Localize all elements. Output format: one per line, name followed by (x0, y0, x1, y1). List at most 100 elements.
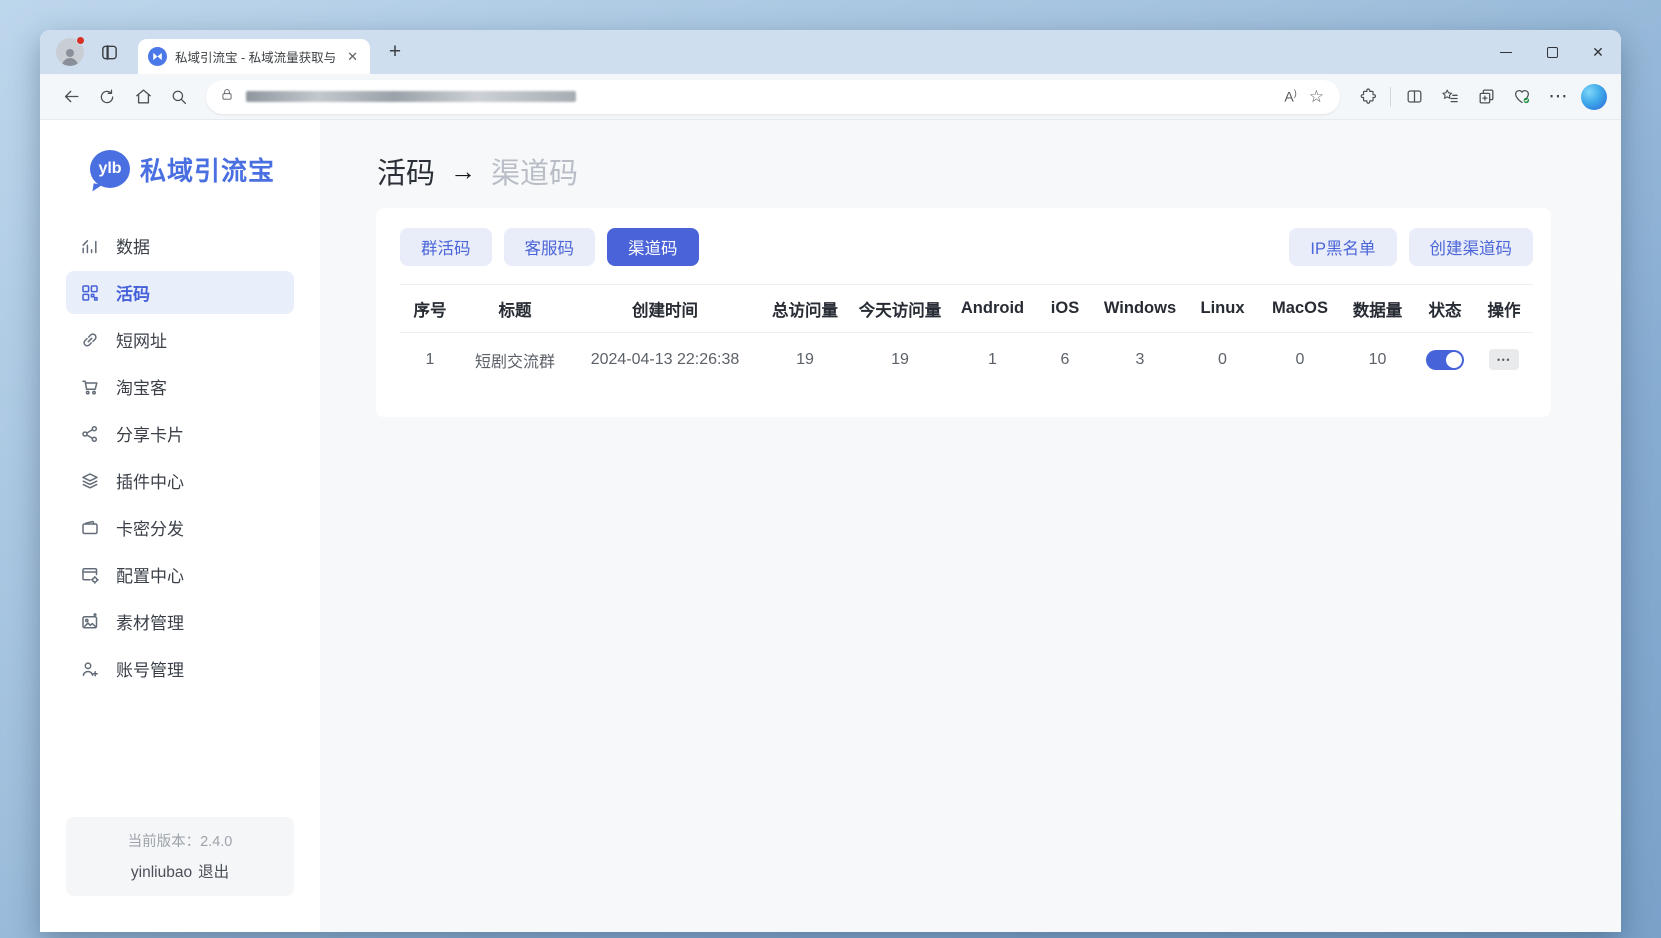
breadcrumb-parent[interactable]: 活码 (377, 150, 435, 192)
account-name: yinliubao (131, 864, 192, 881)
cell-total: 19 (760, 333, 850, 387)
row-more-actions-button[interactable]: ••• (1489, 349, 1519, 370)
breadcrumb-current: 渠道码 (491, 150, 578, 192)
sidebar-item-label: 数据 (116, 233, 150, 258)
main-content: 活码 → 渠道码 群活码 客服码 渠道码 IP黑名单 创建渠道码 (320, 120, 1621, 932)
create-channel-code-button[interactable]: 创建渠道码 (1409, 228, 1534, 266)
sidebar-item-label: 活码 (116, 280, 150, 305)
sidebar-item-config-center[interactable]: 配置中心 (66, 553, 294, 596)
add-favorite-star-button[interactable]: ☆ (1305, 87, 1334, 107)
browser-window: 私域引流宝 - 私域流量获取与维护 ✕ + ✕ A) (40, 30, 1621, 932)
bar-chart-icon (80, 236, 100, 256)
image-icon (80, 612, 100, 632)
tab-group-live-code[interactable]: 群活码 (400, 228, 492, 266)
col-today-visits: 今天访问量 (850, 285, 950, 333)
col-macos: MacOS (1260, 285, 1340, 333)
status-toggle[interactable] (1426, 350, 1464, 370)
sidebar-item-label: 卡密分发 (116, 515, 184, 540)
sidebar-item-taobao[interactable]: 淘宝客 (66, 365, 294, 408)
card-toolbar: 群活码 客服码 渠道码 IP黑名单 创建渠道码 (400, 228, 1533, 266)
tab-channel-code[interactable]: 渠道码 (607, 228, 699, 266)
sidebar-item-material[interactable]: 素材管理 (66, 600, 294, 643)
back-button[interactable] (54, 80, 88, 114)
refresh-button[interactable] (90, 80, 124, 114)
sidebar-item-label: 配置中心 (116, 562, 184, 587)
channel-code-card: 群活码 客服码 渠道码 IP黑名单 创建渠道码 序号 (376, 208, 1551, 417)
person-plus-icon (80, 659, 100, 679)
app-logo: ylb 私域引流宝 (90, 150, 320, 188)
col-android: Android (950, 285, 1035, 333)
share-icon (80, 424, 100, 444)
sidebar-item-account[interactable]: 账号管理 (66, 647, 294, 690)
sidebar-item-live-code[interactable]: 活码 (66, 271, 294, 314)
col-linux: Linux (1185, 285, 1260, 333)
window-gear-icon (80, 565, 100, 585)
sidebar-item-label: 分享卡片 (116, 421, 184, 446)
sidebar-item-card-distribution[interactable]: 卡密分发 (66, 506, 294, 549)
cell-ios: 6 (1035, 333, 1095, 387)
channel-code-table: 序号 标题 创建时间 总访问量 今天访问量 Android iOS Window… (400, 284, 1533, 387)
cell-seq: 1 (400, 333, 460, 387)
version-text: 当前版本：2.4.0 (74, 830, 286, 851)
sidebar-item-share-card[interactable]: 分享卡片 (66, 412, 294, 455)
cell-today: 19 (850, 333, 950, 387)
notification-dot-icon (76, 36, 85, 45)
window-controls: ✕ (1483, 30, 1621, 74)
tab-service-code[interactable]: 客服码 (504, 228, 596, 266)
cart-icon (80, 377, 100, 397)
sidebar-item-label: 短网址 (116, 327, 167, 352)
profile-button[interactable] (56, 38, 84, 66)
url-bar[interactable]: A) ☆ (206, 80, 1340, 114)
new-tab-button[interactable]: + (380, 37, 410, 67)
tab-close-button[interactable]: ✕ (343, 47, 362, 67)
ip-blacklist-button[interactable]: IP黑名单 (1289, 228, 1396, 266)
sidebar-item-data[interactable]: 数据 (66, 224, 294, 267)
col-data-count: 数据量 (1340, 285, 1415, 333)
browser-toolbar: A) ☆ ⋯ (40, 74, 1621, 120)
col-seq: 序号 (400, 285, 460, 333)
col-ios: iOS (1035, 285, 1095, 333)
sidebar-menu: 数据 活码 短网址 淘宝客 分享卡片 (40, 224, 320, 694)
search-button[interactable] (162, 80, 196, 114)
col-title: 标题 (460, 285, 570, 333)
cell-linux: 0 (1185, 333, 1260, 387)
maximize-button[interactable] (1529, 30, 1575, 74)
home-button[interactable] (126, 80, 160, 114)
settings-more-button[interactable]: ⋯ (1541, 80, 1575, 114)
split-screen-button[interactable] (1397, 80, 1431, 114)
app-content: ylb 私域引流宝 数据 活码 短网址 淘宝客 (40, 120, 1621, 932)
read-aloud-button[interactable]: A) (1276, 88, 1304, 105)
col-status: 状态 (1415, 285, 1475, 333)
breadcrumb: 活码 → 渠道码 (377, 150, 1621, 192)
favorites-button[interactable] (1433, 80, 1467, 114)
collections-button[interactable] (1469, 80, 1503, 114)
col-total-visits: 总访问量 (760, 285, 850, 333)
link-icon (80, 330, 100, 350)
copilot-button[interactable] (1581, 84, 1607, 110)
cell-macos: 0 (1260, 333, 1340, 387)
table-row: 1 短剧交流群 2024-04-13 22:26:38 19 19 1 6 3 … (400, 333, 1533, 387)
sidebar-item-plugin-center[interactable]: 插件中心 (66, 459, 294, 502)
toolbar-divider (1390, 87, 1391, 107)
site-favicon-icon (148, 47, 167, 66)
minimize-button[interactable] (1483, 30, 1529, 74)
tab-actions-button[interactable] (92, 35, 126, 69)
cell-actions: ••• (1475, 333, 1533, 387)
lock-icon (220, 87, 234, 107)
cell-status (1415, 333, 1475, 387)
toggle-knob-icon (1446, 352, 1462, 368)
col-actions: 操作 (1475, 285, 1533, 333)
table-header-row: 序号 标题 创建时间 总访问量 今天访问量 Android iOS Window… (400, 285, 1533, 333)
sidebar-item-short-url[interactable]: 短网址 (66, 318, 294, 361)
sidebar-item-label: 素材管理 (116, 609, 184, 634)
close-window-button[interactable]: ✕ (1575, 30, 1621, 74)
sidebar-item-label: 淘宝客 (116, 374, 167, 399)
browser-essentials-button[interactable] (1505, 80, 1539, 114)
wallet-icon (80, 518, 100, 538)
sidebar: ylb 私域引流宝 数据 活码 短网址 淘宝客 (40, 120, 320, 932)
cell-data-count: 10 (1340, 333, 1415, 387)
redacted-url (246, 91, 576, 102)
logout-link[interactable]: 退出 (198, 864, 229, 881)
extensions-button[interactable] (1350, 80, 1384, 114)
browser-tab[interactable]: 私域引流宝 - 私域流量获取与维护 ✕ (138, 39, 370, 74)
